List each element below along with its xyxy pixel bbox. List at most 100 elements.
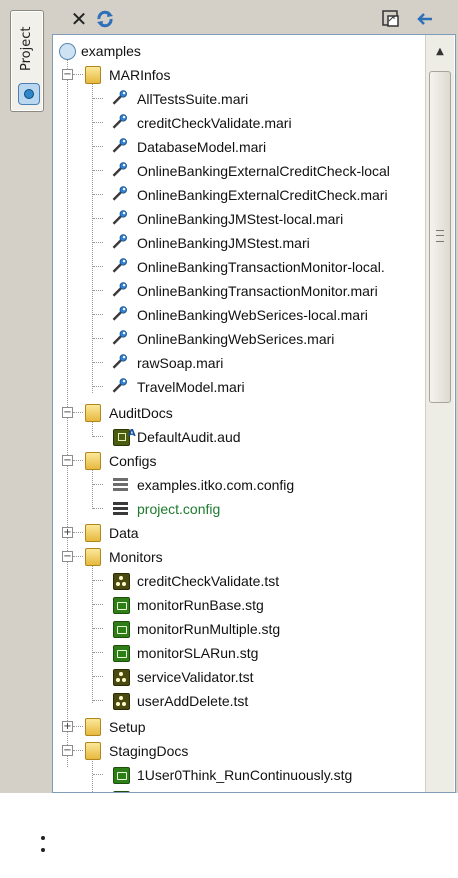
tree-label: DatabaseModel.mari [137,139,267,155]
tree-line [93,290,103,291]
tree-item-active-config[interactable]: project.config [53,497,425,521]
tree-item[interactable]: DatabaseModel.mari [53,135,425,159]
tree-item[interactable]: OnlineBankingExternalCreditCheck.mari [53,183,425,207]
refresh-icon[interactable] [94,8,116,30]
tree-item[interactable]: userAddDelete.tst [53,689,425,713]
minimize-icon[interactable] [414,8,436,30]
tree-item[interactable]: rawSoap.mari [53,351,425,375]
maximize-icon[interactable] [380,8,402,30]
tree-item[interactable]: A DefaultAudit.aud [53,425,425,449]
wrench-icon [112,210,127,225]
bullet-dot [41,836,45,840]
tree-line [93,146,103,147]
collapse-toggle[interactable]: − [62,407,73,418]
folder-monitors[interactable]: − Monitors [53,545,425,569]
tree-item[interactable]: creditCheckValidate.mari [53,111,425,135]
folder-data[interactable]: + Data [53,521,425,545]
wrench-icon [112,162,127,177]
test-case-icon [113,573,130,590]
tree-line [93,266,103,267]
tree-label: Configs [109,453,157,469]
project-tab-label: Project [19,26,34,72]
scroll-up-arrow-icon[interactable]: ▲ [433,45,447,59]
staging-doc-icon [113,645,130,662]
test-case-icon [113,669,130,686]
folder-configs[interactable]: − Configs [53,449,425,473]
expand-toggle[interactable]: + [62,721,73,732]
collapse-toggle[interactable]: − [62,69,73,80]
folder-stagingdocs[interactable]: − StagingDocs [53,739,425,763]
folder-icon [85,404,101,422]
staging-doc-icon [113,621,130,638]
expand-toggle[interactable]: + [62,527,73,538]
tree-item[interactable]: 1User0Think_RunContinuously.stg [53,763,425,787]
tree-label: OnlineBankingExternalCreditCheck.mari [137,187,388,203]
tree-label: OnlineBankingWebSerices-local.mari [137,307,368,323]
wrench-icon [112,234,127,249]
tree-item[interactable]: monitorRunBase.stg [53,593,425,617]
tree-line [73,412,83,413]
folder-icon [85,66,101,84]
tree-line [93,484,103,485]
tree-label: OnlineBankingWebSerices.mari [137,331,335,347]
tree-item[interactable]: OnlineBankingWebSerices.mari [53,327,425,351]
vertical-scrollbar[interactable]: ▲ [425,35,454,792]
folder-auditdocs[interactable]: − AuditDocs [53,401,425,425]
tree-line [93,700,103,701]
tree-line [93,122,103,123]
tree-label: TravelModel.mari [137,379,245,395]
tree-line [73,74,83,75]
tree-item-partial[interactable] [53,787,425,792]
tree-label: Monitors [109,549,163,565]
folder-setup[interactable]: + Setup [53,715,425,739]
tree-item[interactable]: OnlineBankingTransactionMonitor.mari [53,279,425,303]
collapse-toggle[interactable]: − [62,745,73,756]
tree-item[interactable]: OnlineBankingExternalCreditCheck-local [53,159,425,183]
tree-line [73,750,83,751]
wrench-icon [112,306,127,321]
tree-item[interactable]: OnlineBankingTransactionMonitor-local. [53,255,425,279]
tree-item[interactable]: examples.itko.com.config [53,473,425,497]
tree-line [93,98,103,99]
folder-marinfos[interactable]: − MARInfos [53,63,425,87]
tree-line [73,532,83,533]
tree-item[interactable]: creditCheckValidate.tst [53,569,425,593]
tree-label: rawSoap.mari [137,355,224,371]
project-side-tab[interactable]: Project [10,10,44,112]
tree-label: AllTestsSuite.mari [137,91,249,107]
tree-label: MARInfos [109,67,171,83]
project-root-icon [59,43,76,60]
tree-line [93,170,103,171]
tree-label: StagingDocs [109,743,189,759]
scroll-thumb[interactable] [429,71,451,403]
collapse-toggle[interactable]: − [62,455,73,466]
tree-label: OnlineBankingJMStest-local.mari [137,211,344,227]
tree-item[interactable]: OnlineBankingJMStest.mari [53,231,425,255]
wrench-icon [112,354,127,369]
tree-label: OnlineBankingExternalCreditCheck-local [137,163,390,179]
folder-icon [85,452,101,470]
audit-badge: A [128,428,136,439]
folder-icon [85,718,101,736]
tree-item[interactable]: OnlineBankingWebSerices-local.mari [53,303,425,327]
tree-label: serviceValidator.tst [137,669,254,685]
tree-line [93,314,103,315]
tree-item[interactable]: monitorSLARun.stg [53,641,425,665]
tree-item[interactable]: AllTestsSuite.mari [53,87,425,111]
tree-item[interactable]: TravelModel.mari [53,375,425,399]
tree-item[interactable]: monitorRunMultiple.stg [53,617,425,641]
project-window: Project ✕ examples − MARInfos AllTestsSu… [0,0,458,793]
close-icon[interactable]: ✕ [68,8,90,30]
collapse-toggle[interactable]: − [62,551,73,562]
config-icon [113,477,128,492]
staging-doc-icon [113,767,130,784]
tree-item[interactable]: OnlineBankingJMStest-local.mari [53,207,425,231]
tree-label: creditCheckValidate.tst [137,573,280,589]
folder-icon [85,524,101,542]
tree-label: creditCheckValidate.mari [137,115,292,131]
project-tree-panel: examples − MARInfos AllTestsSuite.mari c… [52,34,456,793]
tree-root[interactable]: examples [53,39,425,63]
tree-item[interactable]: serviceValidator.tst [53,665,425,689]
wrench-icon [112,282,127,297]
tree-line [93,362,103,363]
